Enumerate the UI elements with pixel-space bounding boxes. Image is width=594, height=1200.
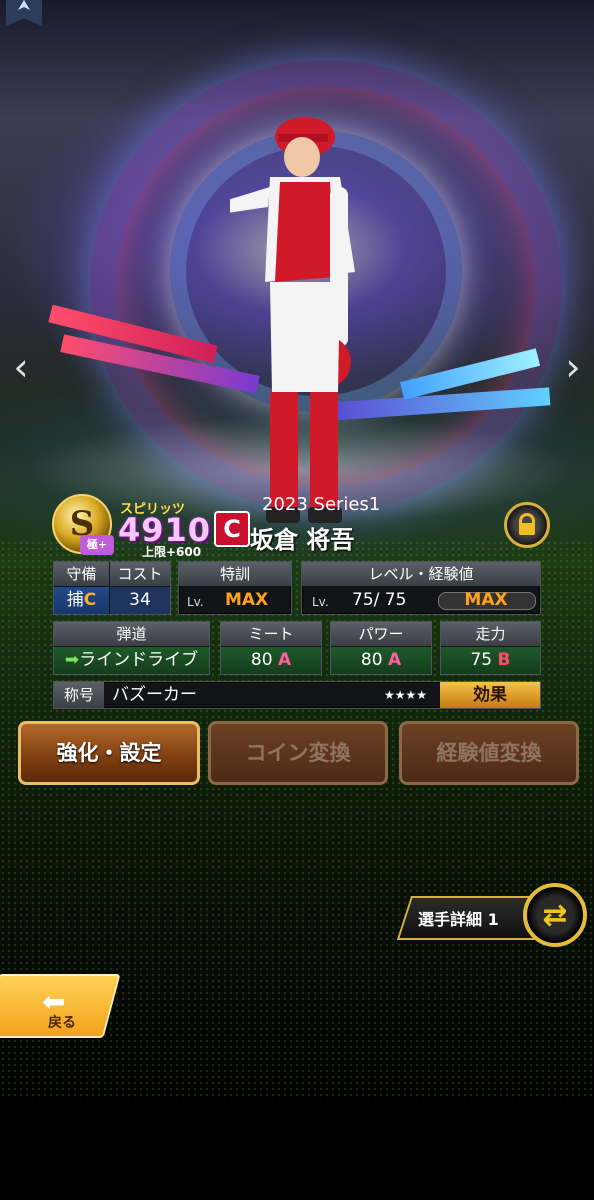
trajectory-panel: 弾道 ➡ラインドライブ: [53, 621, 210, 675]
cost-header: コスト: [110, 562, 170, 586]
player-detail-label: 選手詳細 1: [418, 910, 499, 929]
coin-exchange-button[interactable]: コイン変換: [208, 721, 388, 785]
title-stars: ★★★★: [384, 688, 428, 702]
effect-button[interactable]: 効果: [440, 682, 540, 708]
trajectory-value: ラインドライブ: [79, 650, 199, 670]
power-value: 80: [360, 650, 383, 670]
training-lv-label: Lv.: [187, 595, 204, 609]
player-figure: [230, 117, 355, 523]
exp-exchange-button[interactable]: 経験値変換: [399, 721, 579, 785]
meet-header: ミート: [221, 622, 321, 646]
power-panel: パワー 80 A: [330, 621, 432, 675]
spirits-cap: 上限+600: [142, 545, 202, 559]
title-value: バズーカー: [112, 685, 197, 705]
rank-sub-badge: 極+: [80, 535, 114, 555]
back-label: 戻る: [48, 1015, 76, 1031]
training-header: 特訓: [179, 562, 291, 586]
series-label: 2023 Series1: [262, 494, 381, 515]
lock-icon[interactable]: [504, 502, 550, 548]
level-header: レベル・経験値: [302, 562, 540, 586]
speed-grade: B: [497, 650, 511, 670]
trajectory-cell: ➡ラインドライブ: [54, 647, 209, 674]
trajectory-header: 弾道: [54, 622, 209, 646]
position-cost-panel: 守備 コスト 捕C 34: [53, 561, 171, 615]
meet-value: 80: [250, 650, 273, 670]
exp-value: MAX: [464, 590, 508, 610]
position-value: 捕: [66, 590, 84, 610]
meet-cell: 80 A: [221, 647, 321, 674]
team-logo: C: [214, 511, 250, 547]
level-panel: レベル・経験値 Lv. 75/ 75 MAX: [301, 561, 541, 615]
power-cell: 80 A: [331, 647, 431, 674]
meet-grade: A: [277, 650, 292, 670]
player-name: 坂倉 将吾: [250, 526, 355, 554]
training-value: MAX: [225, 590, 269, 610]
training-panel: 特訓 Lv. MAX: [178, 561, 292, 615]
speed-value: 75: [470, 650, 493, 670]
position-grade: C: [83, 590, 97, 610]
level-lv-label: Lv.: [312, 595, 329, 609]
next-arrow-icon[interactable]: ›: [558, 345, 588, 389]
title-panel: 称号 バズーカー ★★★★ 効果: [53, 681, 541, 709]
speed-panel: 走力 75 B: [440, 621, 541, 675]
level-value: 75/ 75: [352, 590, 407, 610]
power-grade: A: [387, 650, 402, 670]
trajectory-arrow-icon: ➡: [64, 650, 80, 670]
meet-panel: ミート 80 A: [220, 621, 322, 675]
title-label: 称号: [54, 682, 104, 708]
position-cell: 捕C: [54, 587, 109, 614]
speed-header: 走力: [441, 622, 540, 646]
speed-cell: 75 B: [441, 647, 540, 674]
cost-value: 34: [110, 587, 170, 614]
power-header: パワー: [331, 622, 431, 646]
prev-arrow-icon[interactable]: ‹: [6, 345, 36, 389]
position-header: 守備: [54, 562, 109, 586]
swap-icon[interactable]: ⇄: [523, 883, 587, 947]
enhance-button[interactable]: 強化・設定: [18, 721, 200, 785]
